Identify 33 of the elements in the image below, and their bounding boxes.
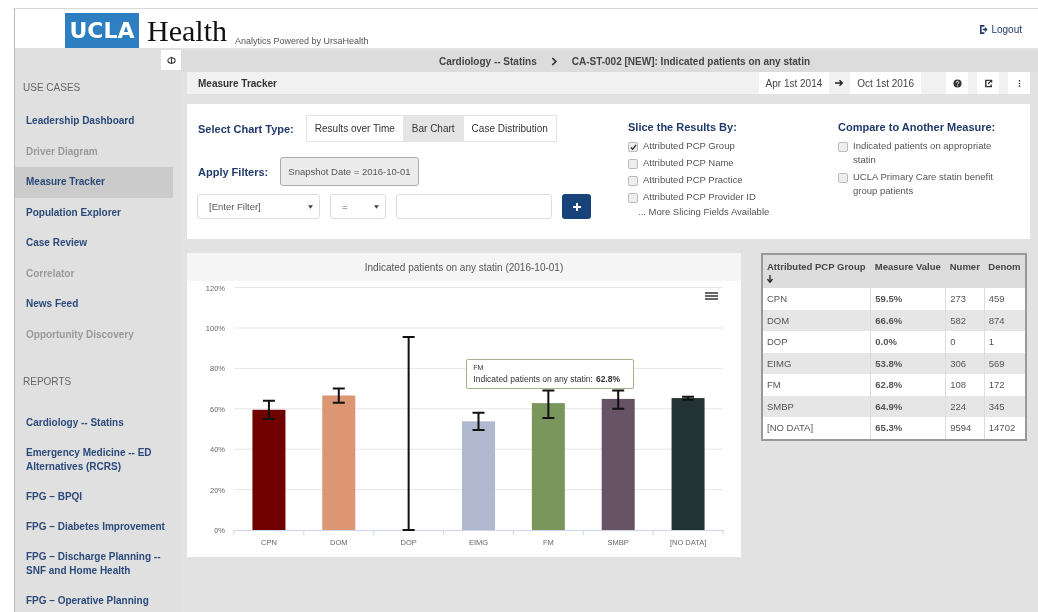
table-cell: 459 xyxy=(984,288,1026,310)
tooltip-value: 62.8% xyxy=(595,373,620,386)
chart-title: Indicated patients on any statin (2016-10-01) xyxy=(187,253,741,281)
section-title: Slice the Results By: xyxy=(628,121,738,133)
logo-word: Health xyxy=(147,13,227,48)
table-cell: CPN xyxy=(762,288,871,310)
section-heading: REPORTS xyxy=(22,375,73,389)
logo-box: UCLA xyxy=(65,13,139,48)
tooltip-label: Indicated patients on any statin: xyxy=(473,373,593,386)
filters-label: Apply Filters: xyxy=(198,165,269,178)
table-cell: 172 xyxy=(984,374,1026,396)
section-heading: USE CASES xyxy=(22,81,82,95)
table-cell: FM xyxy=(762,374,871,396)
table-cell: 0.0% xyxy=(870,331,946,353)
chart-type-label: Select Chart Type: xyxy=(198,122,294,135)
table-cell: 1 xyxy=(984,331,1026,353)
table-cell: 14702 xyxy=(984,417,1026,440)
table-cell: DOP xyxy=(762,331,871,353)
table-cell: 9594 xyxy=(945,417,985,440)
tagline: Analytics Powered by UrsaHealth xyxy=(234,36,369,46)
page-title: Measure Tracker xyxy=(198,77,278,89)
breadcrumb-current: CA-ST-002 [NEW]: Indicated patients on any statin xyxy=(571,55,811,67)
table-cell: EIMG xyxy=(762,352,871,374)
section-title: Compare to Another Measure: xyxy=(838,121,997,133)
table-cell: SMBP xyxy=(762,395,871,417)
table-cell: 0 xyxy=(945,331,985,353)
table-cell: DOM xyxy=(762,309,871,331)
table-cell: [NO DATA] xyxy=(762,417,871,440)
table-cell: 65.3% xyxy=(870,417,946,440)
table-cell: 108 xyxy=(945,374,985,396)
table-cell: 273 xyxy=(945,288,985,310)
table-cell: 62.8% xyxy=(870,374,946,396)
table-cell: 59.5% xyxy=(870,288,946,310)
